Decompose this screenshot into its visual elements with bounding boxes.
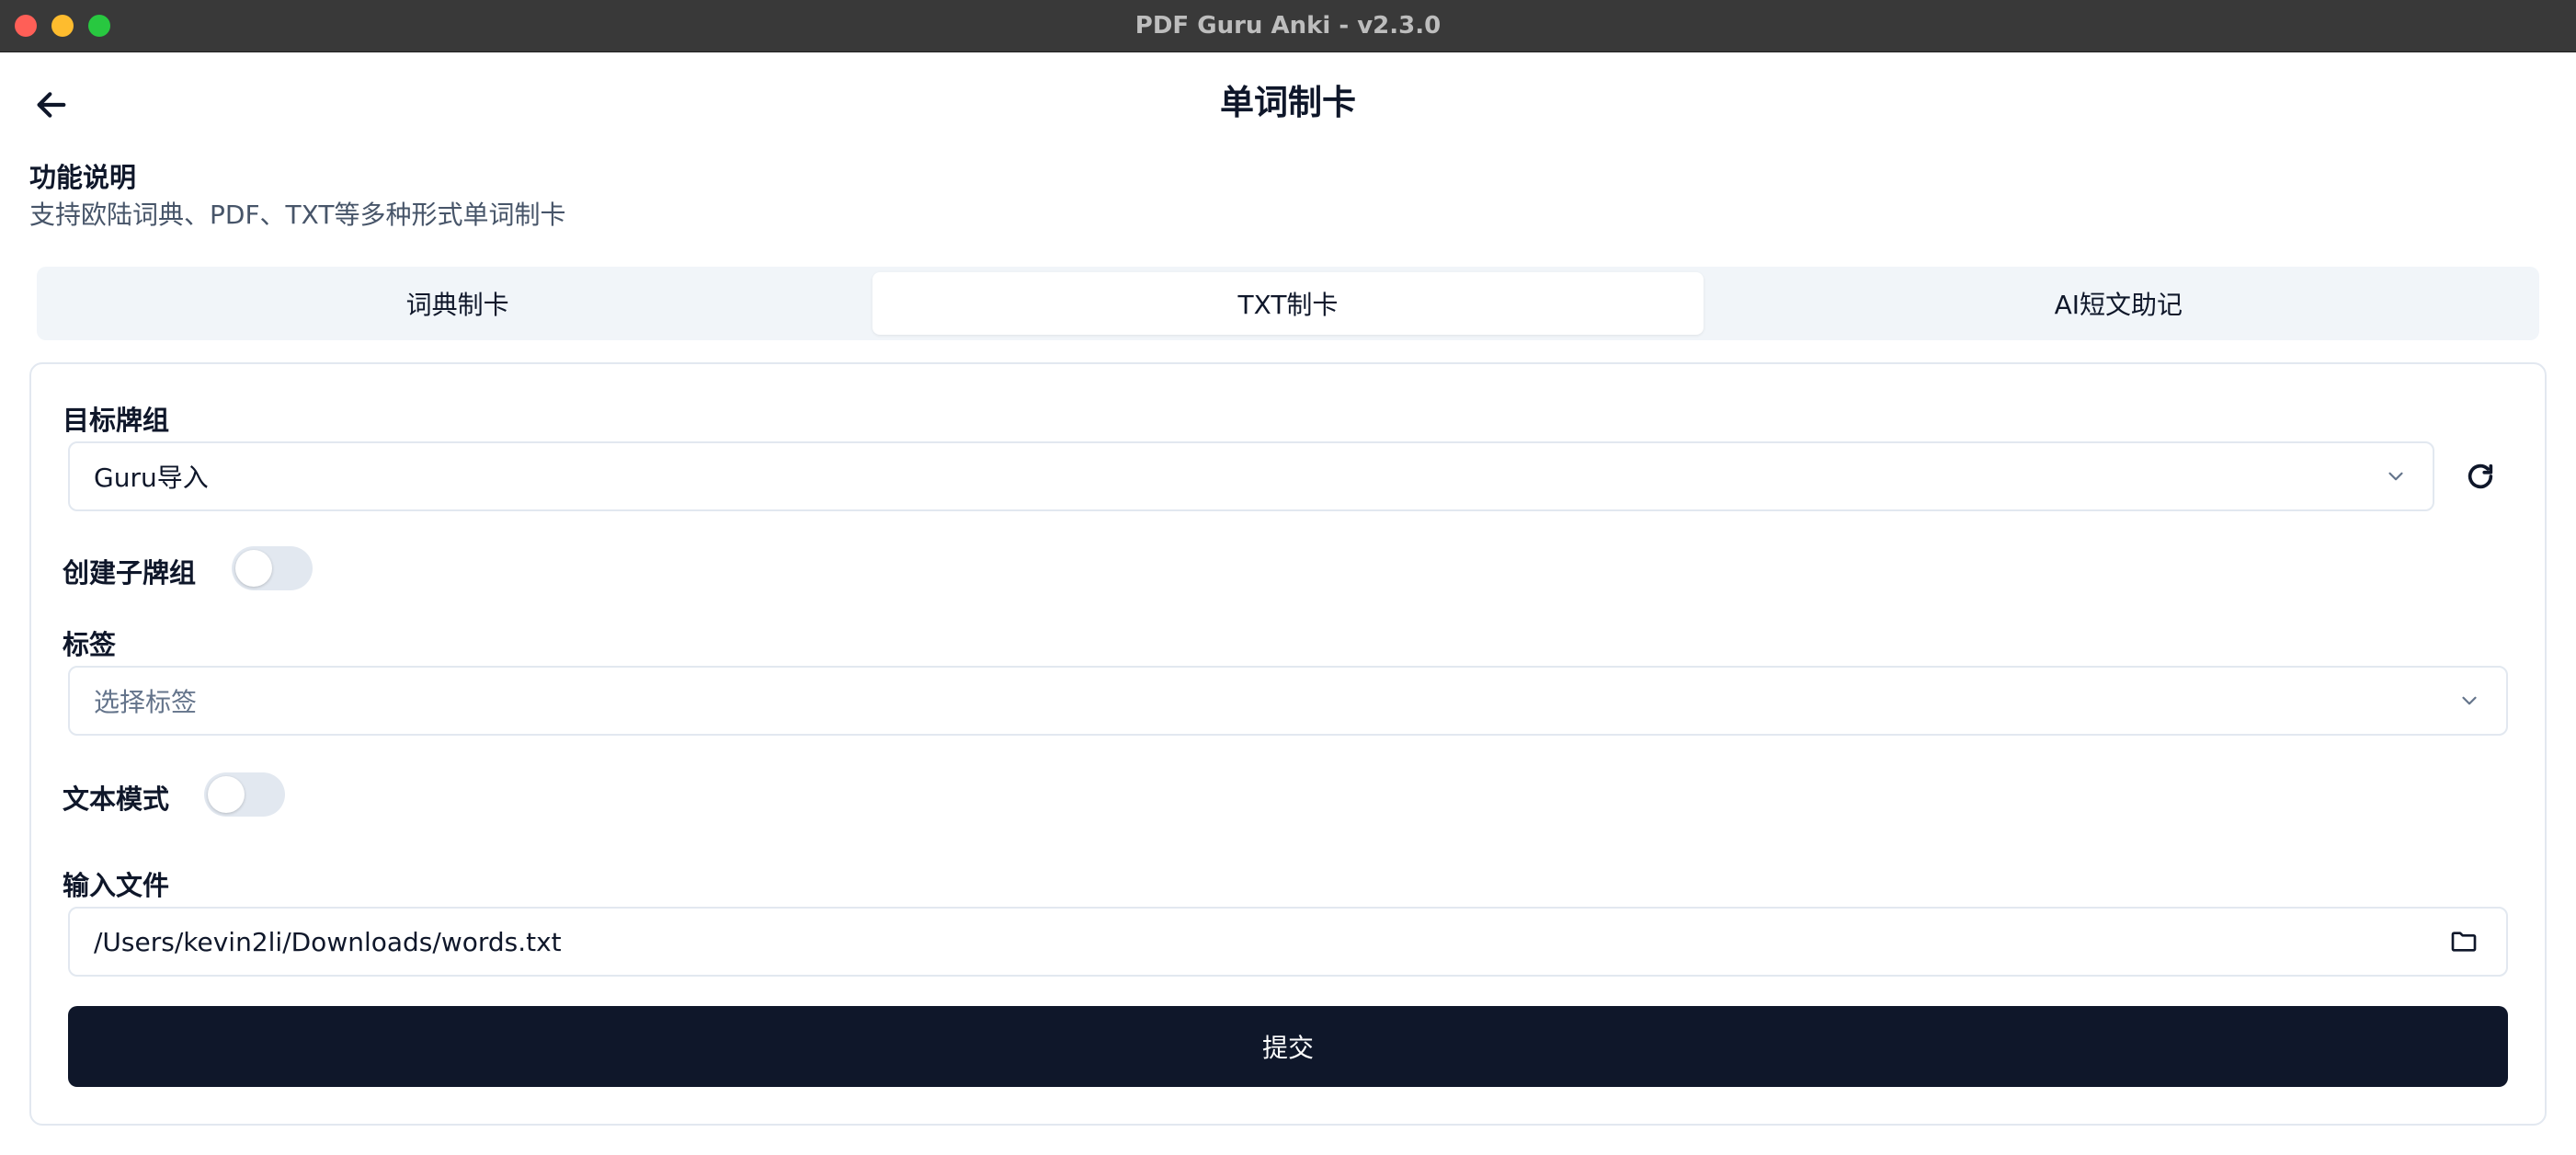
subdeck-toggle[interactable] xyxy=(232,546,313,590)
mode-tabs: 词典制卡 TXT制卡 AI短文助记 xyxy=(37,267,2539,340)
text-mode-label: 文本模式 xyxy=(63,783,170,815)
text-mode-toggle[interactable] xyxy=(204,772,285,817)
toggle-knob xyxy=(208,776,245,813)
tab-txt[interactable]: TXT制卡 xyxy=(872,272,1704,335)
file-path-value: /Users/kevin2li/Downloads/words.txt xyxy=(94,926,562,957)
description-text: 支持欧陆词典、PDF、TXT等多种形式单词制卡 xyxy=(29,200,566,230)
folder-icon xyxy=(2451,932,2477,952)
toggle-knob xyxy=(235,550,272,587)
tags-select[interactable]: 选择标签 xyxy=(68,666,2508,736)
page-title: 单词制卡 xyxy=(1220,83,1356,122)
tags-select-placeholder: 选择标签 xyxy=(94,687,198,717)
subdeck-label: 创建子牌组 xyxy=(63,557,197,589)
file-path-input[interactable]: /Users/kevin2li/Downloads/words.txt xyxy=(68,907,2508,977)
tab-dictionary[interactable]: 词典制卡 xyxy=(42,272,872,335)
tags-label: 标签 xyxy=(63,629,117,660)
deck-select-value: Guru导入 xyxy=(94,463,209,493)
chevron-down-icon xyxy=(2456,688,2482,714)
tab-ai-essay[interactable]: AI短文助记 xyxy=(1704,272,2534,335)
submit-button[interactable]: 提交 xyxy=(68,1006,2508,1087)
refresh-icon xyxy=(2468,463,2493,489)
form-card: 目标牌组 Guru导入 创建子牌组 标签 选择标签 文本模式 输入文件 /Use… xyxy=(29,362,2547,1126)
folder-open-button[interactable] xyxy=(2445,923,2482,960)
deck-label: 目标牌组 xyxy=(63,405,170,436)
file-label: 输入文件 xyxy=(63,870,170,901)
deck-select[interactable]: Guru导入 xyxy=(68,441,2434,511)
window-title: PDF Guru Anki - v2.3.0 xyxy=(1134,12,1442,40)
chevron-down-icon xyxy=(2383,463,2409,489)
window-titlebar: PDF Guru Anki - v2.3.0 xyxy=(0,0,2576,52)
description-title: 功能说明 xyxy=(29,162,137,193)
refresh-decks-button[interactable] xyxy=(2455,451,2506,502)
